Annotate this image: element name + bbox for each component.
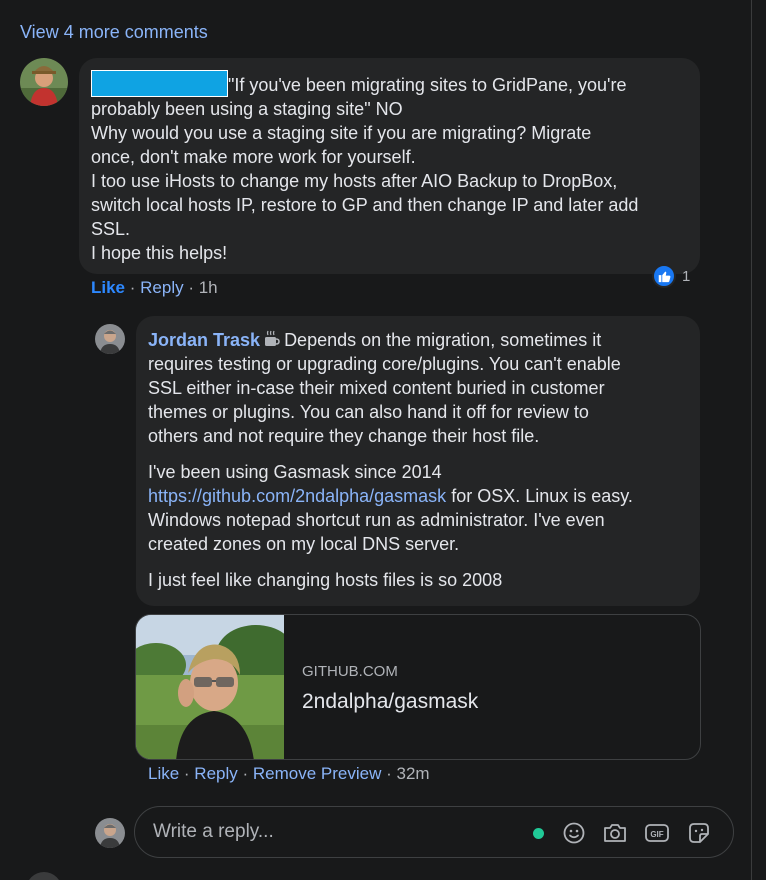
- sticker-icon[interactable]: [686, 820, 712, 846]
- online-status-dot: [533, 828, 544, 839]
- comment-actions: Like · Reply · 1h: [91, 278, 218, 297]
- reaction-summary[interactable]: 1: [652, 264, 690, 288]
- link-preview-title: 2ndalpha/gasmask: [302, 690, 479, 713]
- like-reaction-icon: [652, 264, 676, 288]
- remove-preview-button[interactable]: Remove Preview: [253, 764, 382, 783]
- svg-text:GIF: GIF: [650, 830, 663, 839]
- link-preview-thumbnail: [136, 615, 296, 759]
- like-button[interactable]: Like: [148, 764, 179, 783]
- commenter-avatar[interactable]: [20, 58, 68, 106]
- reply-actions: Like · Reply · Remove Preview · 32m: [148, 764, 430, 783]
- camera-icon[interactable]: [602, 820, 628, 846]
- comment-timestamp[interactable]: 1h: [199, 278, 218, 297]
- link-preview-card[interactable]: GITHUB.COM 2ndalpha/gasmask: [135, 614, 701, 760]
- reply-button[interactable]: Reply: [194, 764, 237, 783]
- reaction-count: 1: [682, 267, 691, 285]
- gasmask-link[interactable]: https://github.com/2ndalpha/gasmask: [148, 486, 446, 506]
- reply-author-name[interactable]: Jordan Trask: [148, 330, 260, 350]
- like-button[interactable]: Like: [91, 278, 125, 297]
- reply-author-avatar[interactable]: [95, 324, 125, 354]
- link-preview-domain: GITHUB.COM: [302, 663, 398, 680]
- gif-icon[interactable]: GIF: [644, 820, 670, 846]
- redacted-name: [91, 70, 228, 97]
- comment-text: "If you've been migrating sites to GridP…: [91, 70, 691, 265]
- reply-timestamp[interactable]: 32m: [396, 764, 429, 783]
- coffee-cup-icon: [262, 330, 280, 348]
- reply-button[interactable]: Reply: [140, 278, 183, 297]
- reply-text: Jordan Trask Depends on the migration, so…: [148, 330, 633, 590]
- view-more-comments-link[interactable]: View 4 more comments: [20, 22, 208, 43]
- emoji-icon[interactable]: [561, 820, 587, 846]
- reply-input[interactable]: [153, 821, 453, 843]
- reply-composer: GIF: [134, 806, 734, 858]
- next-commenter-avatar: [26, 872, 62, 880]
- divider: [751, 0, 752, 880]
- current-user-avatar: [95, 818, 125, 848]
